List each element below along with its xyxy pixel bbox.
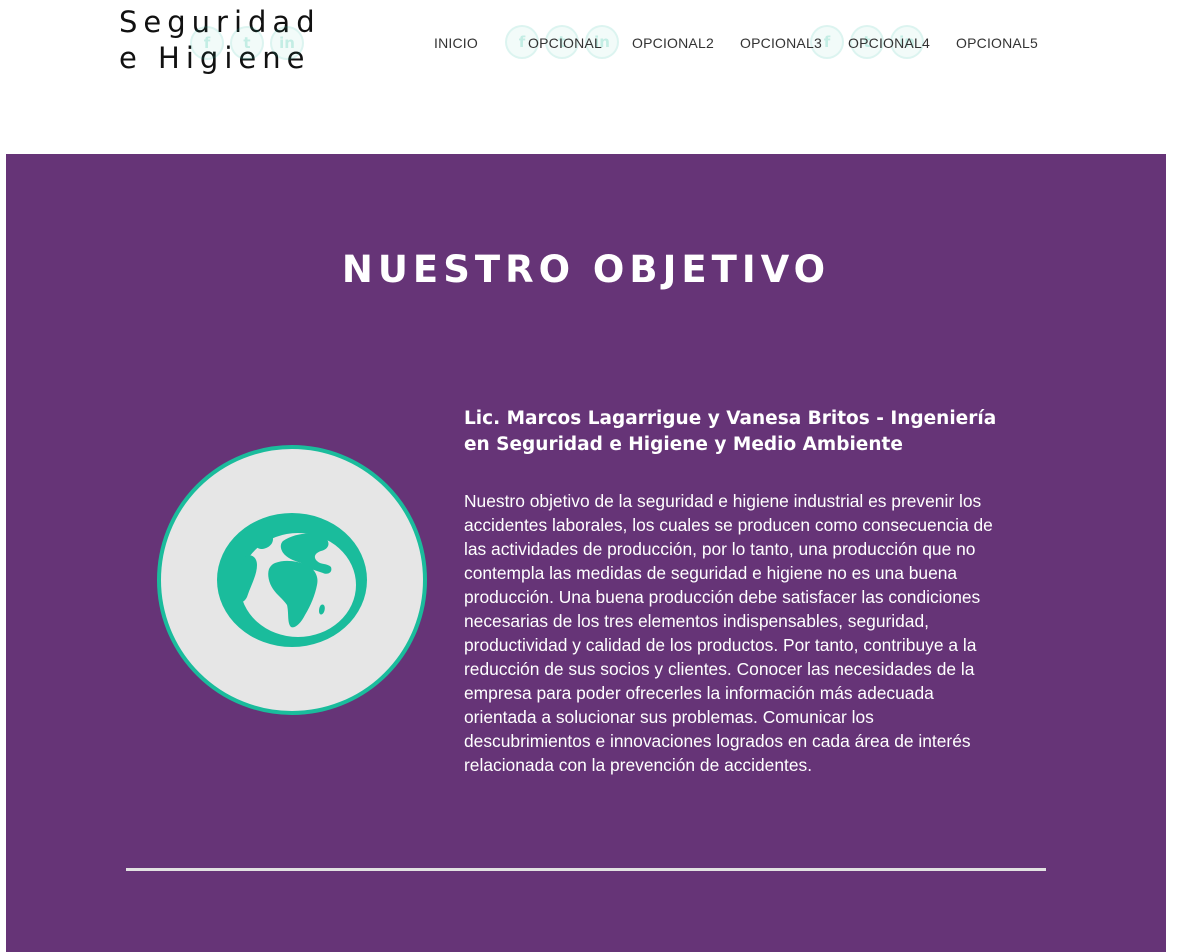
nav-item-opcional[interactable]: OPCIONAL [528, 35, 602, 51]
nav-item-opcional2[interactable]: OPCIONAL2 [632, 35, 714, 51]
objective-section: NUESTRO OBJETIVO Lic. Marcos Lagarrigue … [6, 154, 1166, 952]
objective-body-text: Nuestro objetivo de la seguridad e higie… [464, 491, 993, 775]
nav-item-opcional3[interactable]: OPCIONAL3 [740, 35, 822, 51]
social-icons-faded-left: f t in [190, 26, 304, 60]
nav-item-opcional5[interactable]: OPCIONAL5 [956, 35, 1038, 51]
section-divider [126, 868, 1046, 871]
globe-icon [217, 513, 367, 647]
linkedin-icon[interactable]: in [270, 26, 304, 60]
objective-subtitle: Lic. Marcos Lagarrigue y Vanesa Britos -… [464, 408, 997, 455]
globe-badge [157, 445, 427, 715]
facebook-icon[interactable]: f [190, 26, 224, 60]
nav-item-opcional4[interactable]: OPCIONAL4 [848, 35, 930, 51]
nav-item-inicio[interactable]: INICIO [434, 35, 478, 51]
section-title: NUESTRO OBJETIVO [341, 248, 831, 291]
twitter-icon[interactable]: t [230, 26, 264, 60]
